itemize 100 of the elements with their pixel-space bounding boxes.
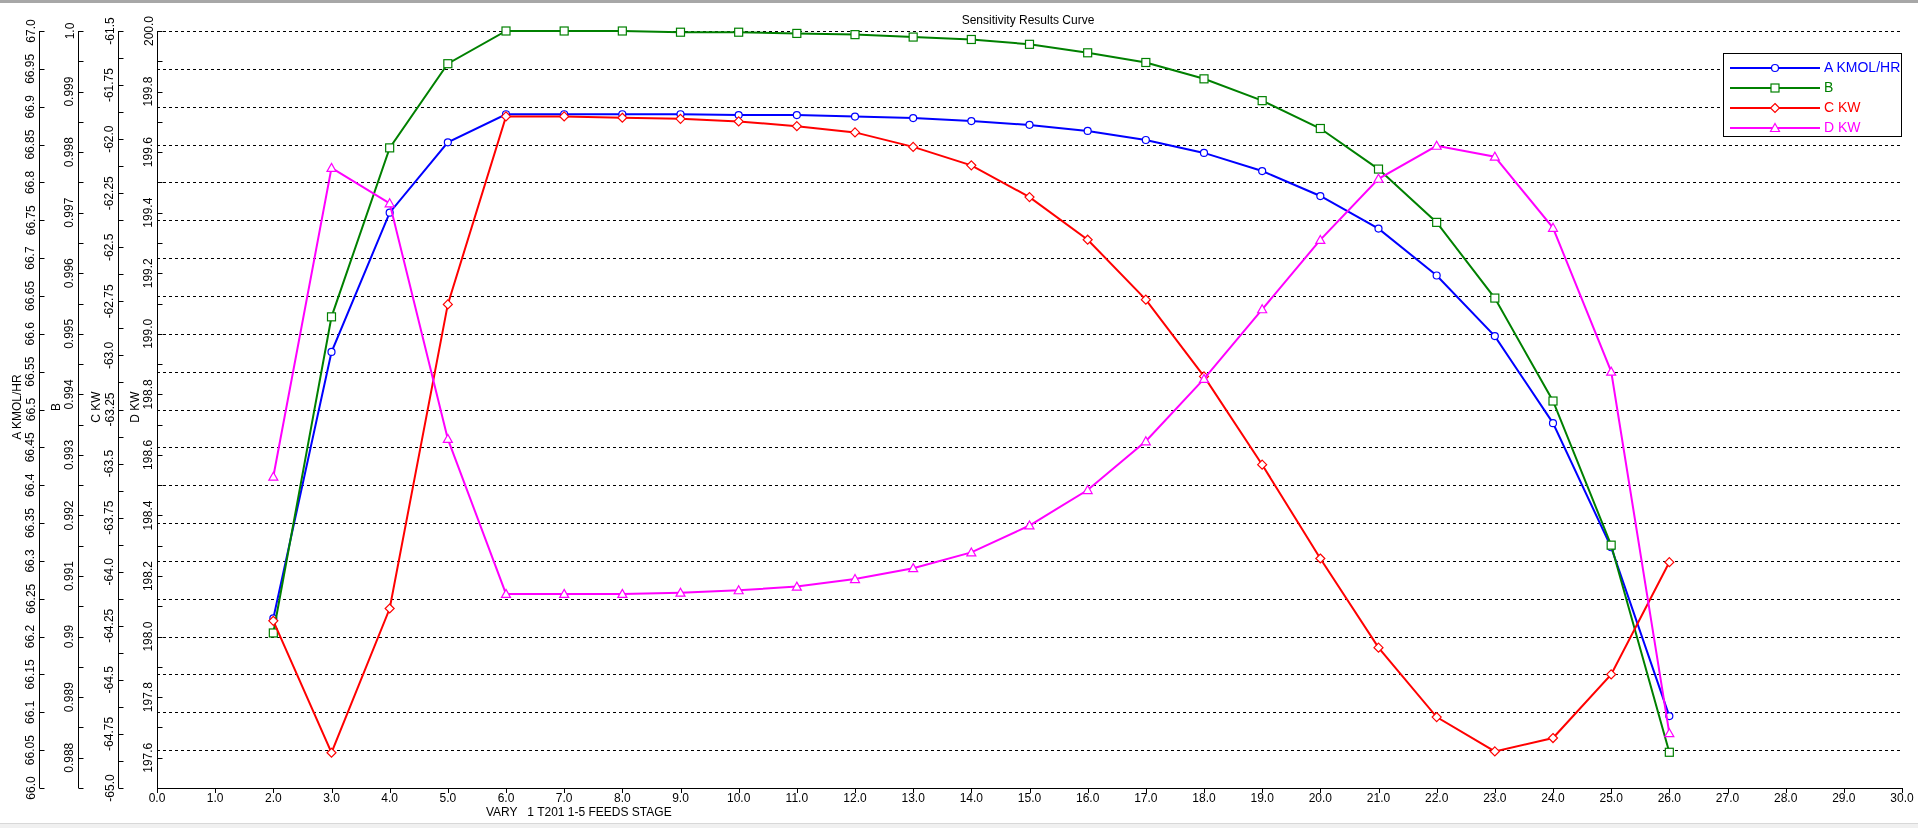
axis-tick-label: -64.0 [102,558,117,586]
axis-tick-label: 197.8 [141,682,156,713]
axis-tick-label: 0.994 [62,379,77,410]
axis-tick-label: 66.95 [23,53,38,84]
axis-tick-label: 13.0 [901,791,925,805]
axis-tick-label: -61.75 [102,68,117,103]
axis-tick-label: 66.3 [23,549,38,573]
axis-tick-label: 200.0 [141,16,156,46]
axis-tick-label: 16.0 [1076,791,1100,805]
legend-label: B [1824,80,1834,95]
axis-tick-label: 66.85 [23,129,38,160]
chart-title: Sensitivity Results Curve [961,13,1095,27]
axis-tick-label: 0.99 [62,624,77,649]
axis-tick-label: 27.0 [1715,791,1740,805]
legend-label: C KW [1824,100,1861,115]
axis-tick-label: 0.993 [62,439,77,470]
axis-title: D KW [127,391,142,423]
axis-tick-label: 2.0 [265,791,282,805]
axis-tick-label: 66.25 [23,583,38,614]
axis-tick-label: 20.0 [1308,791,1332,805]
axis-tick-label: -65.0 [102,774,117,802]
axis-tick-label: 22.0 [1425,791,1449,805]
axis-tick-label: 67.0 [23,19,38,43]
axis-tick-label: 0.992 [62,500,77,531]
axis-tick-label: 1.0 [206,791,224,805]
axis-tick-label: 29.0 [1832,791,1856,805]
axis-tick-label: 66.65 [23,280,38,311]
axis-tick-label: 66.4 [23,473,38,497]
axis-tick-label: 66.2 [23,624,38,649]
axis-tick-label: 30.0 [1890,791,1914,805]
axis-tick-label: 6.0 [497,791,515,805]
axis-tick-label: 8.0 [614,791,631,805]
axis-tick-label: 0.998 [62,137,77,168]
axis-tick-label: 66.15 [23,659,38,690]
axis-tick-label: -63.25 [102,392,117,427]
axis-tick-label: 66.9 [23,95,38,119]
axis-tick-label: 15.0 [1017,791,1042,805]
axis-tick-label: 199.2 [141,258,156,289]
axis-tick-label: 66.05 [23,735,38,766]
axis-tick-label: -63.0 [102,341,117,370]
axis-tick-label: 66.75 [23,205,38,236]
axis-tick-label: -64.25 [102,608,117,643]
axis-tick-label: 0.999 [62,76,77,107]
axis-tick-label: 5.0 [439,791,457,805]
axis-tick-label: 198.4 [141,500,156,531]
axis-tick-label: 21.0 [1366,791,1391,805]
axis-tick-label: 23.0 [1483,791,1507,805]
axis-tick-label: 14.0 [959,791,983,805]
axis-tick-label: 66.5 [23,397,38,422]
axis-tick-label: 199.6 [141,137,156,168]
axis-tick-label: -61.5 [102,17,117,45]
axis-tick-label: 0.995 [62,318,77,349]
legend-label: D KW [1824,120,1861,135]
axis-tick-label: -64.75 [102,716,117,751]
legend-label: A KMOL/HR [1824,60,1901,75]
axis-tick-label: -63.5 [102,449,117,478]
axis-tick-label: 66.45 [23,432,38,463]
axis-tick-label: 66.1 [23,700,38,724]
axis-tick-label: 10.0 [727,791,751,805]
axis-tick-label: 0.0 [148,791,166,805]
axis-tick-label: 197.6 [141,742,156,773]
axis-tick-label: 198.6 [141,439,156,470]
axis-tick-label: 24.0 [1541,791,1565,805]
axis-tick-label: 66.0 [23,776,38,800]
axis-tick-label: 12.0 [843,791,867,805]
axis-tick-label: -62.0 [102,125,117,153]
axis-title: C KW [88,391,103,423]
axis-tick-label: 66.7 [23,246,38,270]
axis-tick-label: 11.0 [785,791,809,805]
axis-title: B [48,403,63,411]
axis-tick-label: 0.991 [62,561,77,592]
axis-tick-label: 18.0 [1192,791,1216,805]
axis-tick-label: 19.0 [1250,791,1274,805]
axis-tick-label: 3.0 [323,791,340,805]
axis-tick-label: 66.55 [23,356,38,387]
axis-tick-label: 199.4 [141,197,156,228]
axis-title: VARY 1 T201 1-5 FEEDS STAGE [486,805,672,819]
axis-tick-label: -62.75 [102,284,117,319]
axis-tick-label: 0.989 [62,682,77,713]
axis-tick-label: 26.0 [1657,791,1681,805]
axis-tick-label: 1.0 [62,22,77,40]
axis-tick-label: 4.0 [381,791,398,805]
axis-tick-label: 66.6 [23,322,38,346]
axis-tick-label: -62.25 [102,176,117,211]
axis-tick-label: 66.8 [23,170,38,195]
axis-tick-label: 17.0 [1134,791,1158,805]
axis-tick-label: 9.0 [672,791,689,805]
axis-tick-label: 198.0 [141,621,156,652]
axis-title: A KMOL/HR [9,374,24,440]
axis-tick-label: -63.75 [102,500,117,535]
axis-tick-label: 198.8 [141,379,156,410]
axis-tick-label: 199.8 [141,76,156,107]
axis-tick-label: 199.0 [141,318,156,349]
axis-tick-label: -62.5 [102,233,117,261]
axis-tick-label: 66.35 [23,508,38,539]
axis-tick-label: 25.0 [1599,791,1623,805]
axis-tick-label: -64.5 [102,666,117,694]
axis-tick-label: 7.0 [555,791,573,805]
axis-tick-label: 198.2 [141,561,156,592]
axis-tick-label: 0.996 [62,258,77,289]
